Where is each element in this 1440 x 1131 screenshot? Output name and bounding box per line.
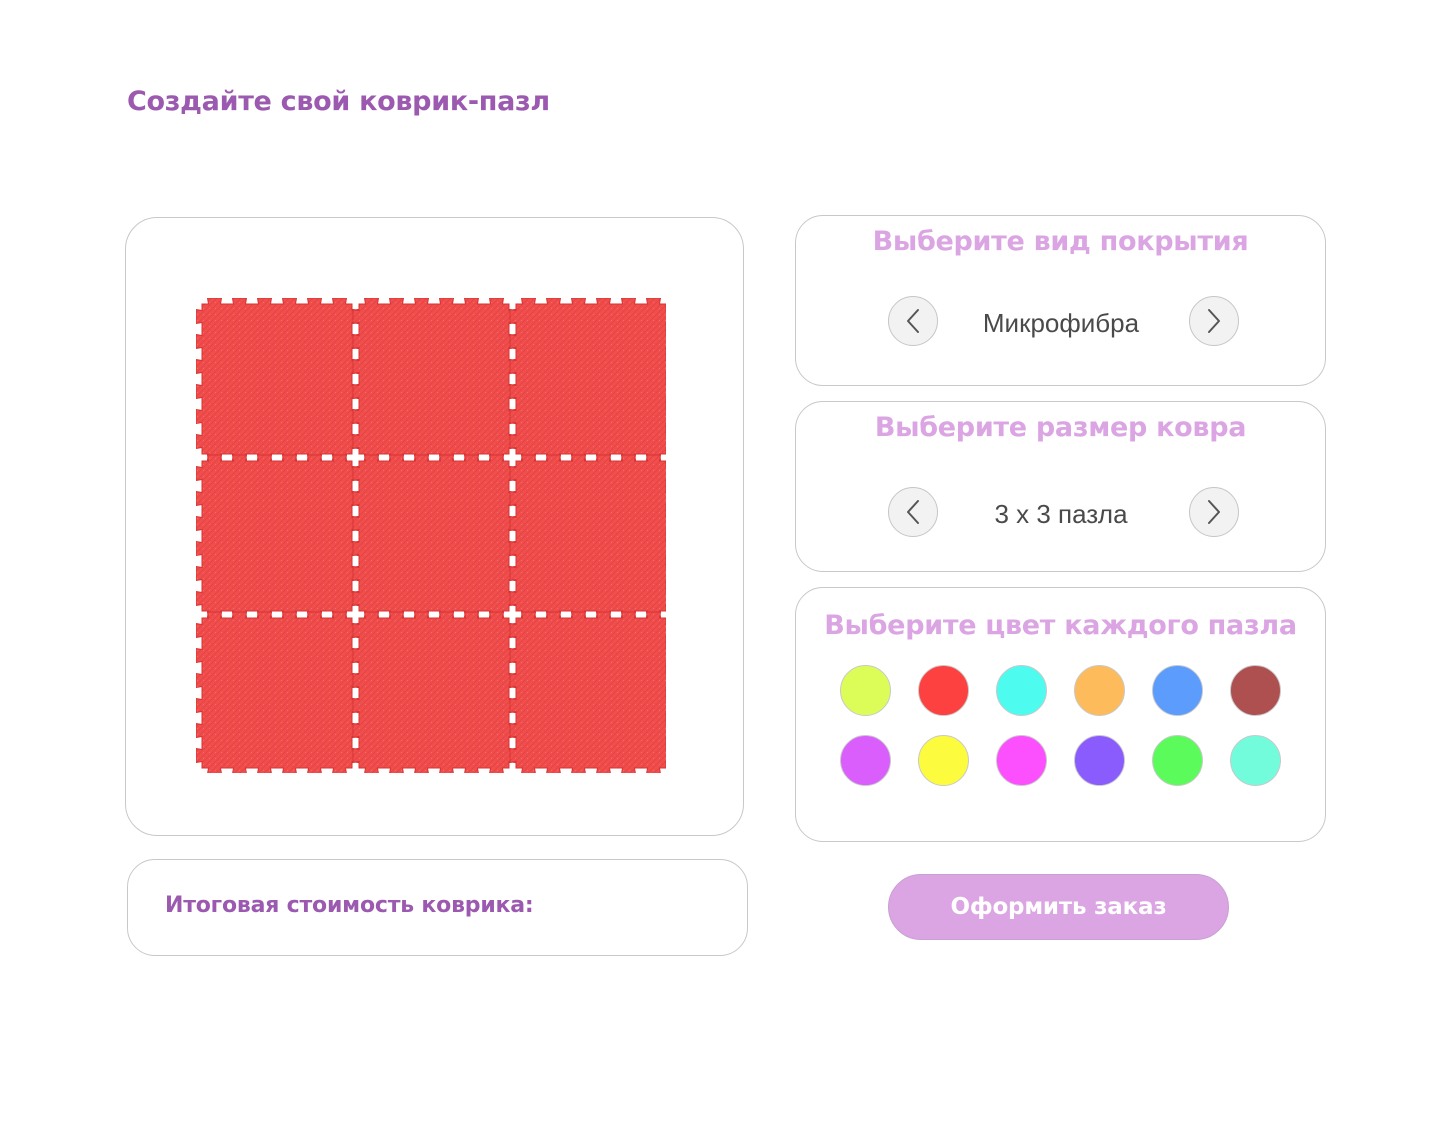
coverage-prev-button[interactable] bbox=[888, 296, 938, 346]
puzzle-tile[interactable] bbox=[352, 298, 516, 461]
puzzle-tile[interactable] bbox=[509, 611, 666, 773]
chevron-left-icon bbox=[904, 499, 922, 525]
total-price-panel: Итоговая стоимость коврика: bbox=[127, 859, 748, 956]
color-swatch[interactable] bbox=[1152, 735, 1203, 786]
puzzle-tile[interactable] bbox=[352, 611, 516, 773]
color-swatch[interactable] bbox=[918, 735, 969, 786]
coverage-title: Выберите вид покрытия bbox=[872, 226, 1249, 257]
color-swatch[interactable] bbox=[996, 735, 1047, 786]
mat-preview bbox=[125, 217, 744, 836]
coverage-selector-panel: Выберите вид покрытия Микрофибра bbox=[795, 215, 1326, 386]
page-title: Создайте свой коврик-пазл bbox=[127, 86, 550, 117]
puzzle-mat-image bbox=[196, 298, 666, 773]
size-selector-panel: Выберите размер ковра 3 x 3 пазла bbox=[795, 401, 1326, 572]
coverage-next-button[interactable] bbox=[1189, 296, 1239, 346]
color-swatch[interactable] bbox=[1230, 665, 1281, 716]
chevron-left-icon bbox=[904, 308, 922, 334]
chevron-right-icon bbox=[1205, 499, 1223, 525]
puzzle-tile[interactable] bbox=[509, 454, 666, 618]
total-price-label: Итоговая стоимость коврика: bbox=[165, 893, 534, 918]
puzzle-tile[interactable] bbox=[196, 611, 359, 773]
color-swatch[interactable] bbox=[1074, 735, 1125, 786]
color-swatch[interactable] bbox=[840, 735, 891, 786]
color-swatch[interactable] bbox=[1230, 735, 1281, 786]
color-swatch[interactable] bbox=[1152, 665, 1203, 716]
size-next-button[interactable] bbox=[1189, 487, 1239, 537]
color-swatch[interactable] bbox=[840, 665, 891, 716]
place-order-button[interactable]: Оформить заказ bbox=[888, 874, 1229, 940]
puzzle-tile[interactable] bbox=[196, 454, 359, 618]
color-picker-panel: Выберите цвет каждого пазла bbox=[795, 587, 1326, 842]
coverage-value: Микрофибра bbox=[982, 308, 1140, 338]
size-value: 3 x 3 пазла bbox=[994, 499, 1128, 529]
puzzle-tile[interactable] bbox=[352, 454, 516, 618]
size-title: Выберите размер ковра bbox=[874, 412, 1247, 443]
color-swatch[interactable] bbox=[918, 665, 969, 716]
color-swatch[interactable] bbox=[996, 665, 1047, 716]
colors-title: Выберите цвет каждого пазла bbox=[824, 610, 1297, 641]
puzzle-tile[interactable] bbox=[509, 298, 666, 461]
color-swatch[interactable] bbox=[1074, 665, 1125, 716]
puzzle-tile[interactable] bbox=[196, 298, 359, 461]
size-prev-button[interactable] bbox=[888, 487, 938, 537]
chevron-right-icon bbox=[1205, 308, 1223, 334]
